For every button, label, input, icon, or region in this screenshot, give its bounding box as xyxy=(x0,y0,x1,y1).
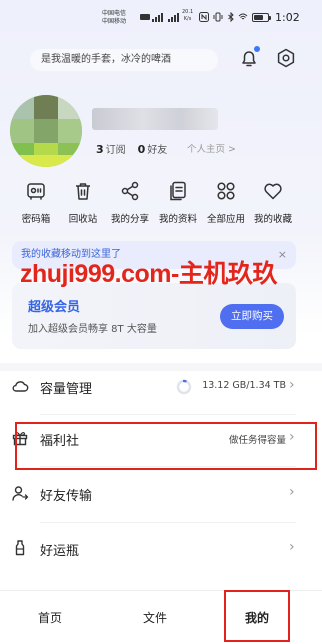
status-bar: 中国电信 中国移动 20.1 K/s 1:02 xyxy=(0,0,322,40)
homepage-link[interactable]: 个人主页 > xyxy=(187,141,236,155)
battery-icon xyxy=(252,13,271,22)
vip-card[interactable]: 超级会员 加入超级会员畅享 8T 大容量 立即购买 xyxy=(12,283,296,349)
shortcut-my-documents[interactable]: 我的资料 xyxy=(154,180,202,228)
list-item-title: 好友传输 xyxy=(40,489,93,504)
welfare-highlight-box xyxy=(15,422,317,470)
storage-usage-ring xyxy=(176,379,192,395)
user-transfer-icon xyxy=(12,486,29,501)
shortcut-password-box[interactable]: 密码箱 xyxy=(12,180,60,228)
vip-subtitle: 加入超级会员畅享 8T 大容量 xyxy=(28,324,157,335)
carrier-1: 中国电信 xyxy=(102,10,127,17)
buy-now-button[interactable]: 立即购买 xyxy=(220,304,284,329)
shortcut-label: 我的收藏 xyxy=(253,214,292,225)
list-item-lucky-bottle[interactable]: 好运瓶 › xyxy=(0,525,322,573)
mine-tab-highlight-box xyxy=(224,590,290,642)
trash-icon xyxy=(76,183,90,200)
friend-count: 0 xyxy=(137,143,146,156)
shortcut-recycle-bin[interactable]: 回收站 xyxy=(59,180,107,228)
network-speed-unit: K/s xyxy=(183,16,192,22)
signal-strength-icon xyxy=(152,13,163,22)
signature-ticker[interactable]: 是我温暖的手套，冰冷的啤酒 xyxy=(30,49,218,71)
shortcut-all-apps[interactable]: 全部应用 xyxy=(202,180,250,228)
shortcut-my-favorites[interactable]: 我的收藏 xyxy=(249,180,297,228)
notification-badge xyxy=(254,46,260,52)
list-item-title: 好运瓶 xyxy=(40,544,80,559)
bottle-icon xyxy=(15,540,25,556)
tab-files[interactable]: 文件 xyxy=(143,609,167,626)
watermark-text: zhuji999.com-主机玖玖 xyxy=(20,260,277,288)
wifi-icon xyxy=(238,13,248,20)
shortcut-label: 全部应用 xyxy=(206,214,245,225)
list-item-friend-transfer[interactable]: 好友传输 › xyxy=(0,470,322,518)
shortcut-label: 密码箱 xyxy=(21,214,51,225)
gear-icon[interactable] xyxy=(275,47,297,69)
avatar[interactable] xyxy=(10,95,82,167)
tab-home[interactable]: 首页 xyxy=(38,609,62,626)
profile-stats[interactable]: 3 订阅 0 好友 xyxy=(96,141,167,156)
carrier-names: 中国电信 中国移动 xyxy=(102,10,126,26)
username-blurred xyxy=(92,108,218,130)
list-item-title: 容量管理 xyxy=(40,382,93,397)
clock: 1:02 xyxy=(275,11,300,24)
follow-count: 3 xyxy=(96,143,104,156)
battery-level xyxy=(254,15,264,20)
vip-title: 超级会员 xyxy=(28,300,81,315)
carrier-2: 中国移动 xyxy=(102,18,127,25)
heart-icon xyxy=(264,183,282,200)
share-icon xyxy=(121,181,139,201)
chevron-right-icon: › xyxy=(289,484,295,500)
list-item-storage[interactable]: 容量管理 13.12 GB/1.34 TB › xyxy=(0,363,322,411)
apps-icon xyxy=(217,182,235,200)
network-speed: 20.1 K/s xyxy=(182,9,193,23)
shortcut-my-share[interactable]: 我的分享 xyxy=(106,180,154,228)
follow-label: 订阅 xyxy=(105,145,126,156)
network-speed-value: 20.1 xyxy=(182,9,194,15)
close-icon[interactable]: × xyxy=(278,241,287,269)
hd-signal-icon xyxy=(140,14,150,20)
safe-icon xyxy=(27,183,45,200)
document-icon xyxy=(170,181,186,201)
row-divider xyxy=(40,522,296,523)
shortcut-label: 回收站 xyxy=(68,214,98,225)
vibrate-icon xyxy=(213,12,223,22)
storage-usage-value: 13.12 GB/1.34 TB xyxy=(202,380,286,391)
signal-strength-2-icon xyxy=(168,13,179,22)
cloud-icon xyxy=(12,381,29,392)
bluetooth-icon xyxy=(228,12,234,22)
shortcut-label: 我的资料 xyxy=(158,214,197,225)
chevron-right-icon: › xyxy=(289,377,295,393)
nfc-icon xyxy=(199,12,209,22)
chevron-right-icon: › xyxy=(289,539,295,555)
shortcut-label: 我的分享 xyxy=(110,214,149,225)
friend-label: 好友 xyxy=(147,145,168,156)
